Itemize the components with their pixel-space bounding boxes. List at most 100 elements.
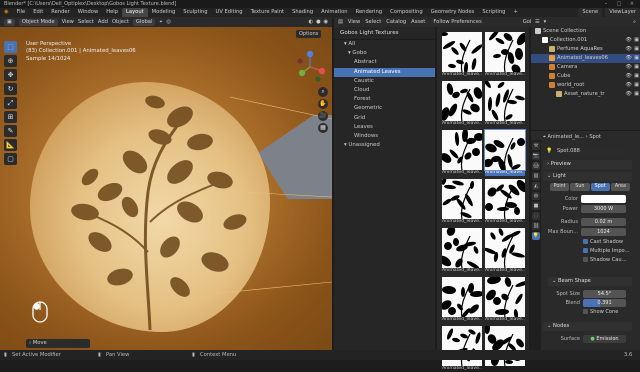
catalog-item[interactable]: Grid	[334, 114, 435, 123]
view-layer-tab-icon[interactable]: ▧	[532, 172, 540, 180]
light-datablock-row[interactable]: 💡 Spot.088	[546, 147, 630, 155]
object-tab-icon[interactable]: ■	[532, 202, 540, 210]
workspace-tab-animation[interactable]: Animation	[317, 8, 351, 17]
section-preview[interactable]: › Preview	[543, 160, 632, 169]
catalog-item[interactable]: Animated Leaves	[334, 67, 435, 77]
shading-solid-icon[interactable]: ●	[316, 19, 321, 25]
viewport-menu-add[interactable]: Add	[98, 19, 108, 25]
output-tab-icon[interactable]: 🖨	[532, 162, 540, 170]
catalog-item[interactable]: Forest	[334, 95, 435, 104]
add-workspace-button[interactable]: +	[509, 8, 521, 17]
render-visibility-icon[interactable]: ▣	[634, 90, 639, 99]
blend-slider[interactable]: 0.391	[583, 299, 626, 307]
overlay-icon[interactable]: ◐	[308, 19, 313, 25]
light-color-swatch[interactable]	[581, 195, 626, 203]
pin-icon[interactable]: ⌖	[543, 134, 546, 140]
catalog-item[interactable]: ▾ Unassigned	[334, 141, 435, 150]
outliner-search-icon[interactable]: ⌕	[633, 19, 636, 26]
editor-type-icon[interactable]: ▣	[4, 18, 15, 26]
outliner-editor-icon[interactable]: ☰	[535, 19, 540, 25]
viewport-menu-object[interactable]: Object	[112, 19, 129, 25]
scene-selector[interactable]: Scene	[578, 8, 603, 17]
outliner-row[interactable]: Collection.001 👁 ▣	[531, 36, 640, 45]
shading-rendered-icon[interactable]: ◉	[323, 19, 328, 25]
workspace-tab-uv-editing[interactable]: UV Editing	[212, 8, 247, 17]
surface-shader-field[interactable]: ● Emission	[583, 335, 626, 343]
section-nodes[interactable]: ⌄ Nodes	[543, 322, 632, 331]
asset-thumbnail[interactable]	[485, 326, 525, 372]
blender-logo-icon[interactable]: ◉	[0, 8, 13, 17]
cursor-tool-icon[interactable]: ⊕	[4, 55, 17, 67]
asset-menu-asset[interactable]: Asset	[411, 19, 425, 25]
outliner-display-mode-icon[interactable]: ▾	[544, 19, 547, 25]
viewport-menu-view[interactable]: View	[62, 19, 74, 25]
render-visibility-icon[interactable]: ▣	[634, 72, 639, 81]
section-light[interactable]: ⌄ Light	[543, 172, 632, 181]
workspace-tab-rendering[interactable]: Rendering	[352, 8, 387, 17]
asset-thumbnail[interactable]: Animated_leave...	[442, 277, 482, 323]
asset-menu-view[interactable]: View	[348, 19, 360, 25]
asset-thumbnail[interactable]: Animated_leave...	[485, 228, 525, 274]
asset-thumbnail[interactable]: Animated_leave...	[442, 228, 482, 274]
options-dropdown[interactable]: Options	[296, 30, 322, 38]
pan-hand-icon[interactable]: ✋	[318, 99, 328, 109]
asset-thumbnail[interactable]: Animated_leave...	[442, 81, 482, 127]
outliner-row[interactable]: Camera 👁 ▣	[531, 63, 640, 72]
asset-thumbnail[interactable]: Animated_leave...	[442, 179, 482, 225]
render-visibility-icon[interactable]: ▣	[634, 36, 639, 45]
catalog-item[interactable]: ▾ All	[334, 40, 435, 49]
workspace-tab-layout[interactable]: Layout	[122, 8, 148, 17]
section-beam-shape[interactable]: ⌄ Beam Shape	[548, 277, 632, 286]
light-type-spot-button[interactable]: Spot	[590, 183, 610, 191]
workspace-tab-scripting[interactable]: Scripting	[478, 8, 509, 17]
show-cone-checkbox[interactable]: Show Cone	[583, 308, 618, 316]
3d-viewport[interactable]: ⬚ ⊕ ✥ ↻ ⤢ ⊞ ✎ 📐 ▢ User Perspective (83) …	[0, 27, 332, 350]
radius-field[interactable]: 0.02 m	[581, 218, 626, 226]
workspace-tab-modeling[interactable]: Modeling	[148, 8, 180, 17]
max-bounces-field[interactable]: 1024	[581, 228, 626, 236]
asset-thumbnail[interactable]: Animated_leave...	[485, 32, 525, 78]
light-type-point-button[interactable]: Point	[550, 183, 570, 191]
visibility-eye-icon[interactable]: 👁	[625, 63, 632, 72]
workspace-tab-texture-paint[interactable]: Texture Paint	[247, 8, 288, 17]
asset-menu-select[interactable]: Select	[365, 19, 381, 25]
catalog-item[interactable]: Geometric	[334, 104, 435, 113]
asset-editor-icon[interactable]: ▤	[338, 19, 343, 25]
annotate-tool-icon[interactable]: ✎	[4, 125, 17, 137]
transform-tool-icon[interactable]: ⊞	[4, 111, 17, 123]
catalog-item[interactable]: ▾ Gobo	[334, 49, 435, 58]
menu-render[interactable]: Render	[47, 8, 73, 17]
zoom-icon[interactable]: ⌕	[318, 87, 328, 97]
outliner-row[interactable]: Cube 👁 ▣	[531, 72, 640, 81]
scale-tool-icon[interactable]: ⤢	[4, 97, 17, 109]
viewport-menu-select[interactable]: Select	[78, 19, 94, 25]
light-datablock-field[interactable]: Spot.088	[553, 147, 624, 155]
asset-thumbnail[interactable]: Animated_leave...	[484, 129, 526, 176]
catalog-item[interactable]: Abstract	[334, 58, 435, 67]
visibility-eye-icon[interactable]: 👁	[625, 72, 632, 81]
add-cube-tool-icon[interactable]: ▢	[4, 153, 17, 165]
snap-icon[interactable]: ⌖	[159, 19, 162, 26]
constraints-tab-icon[interactable]: ⛓	[532, 222, 540, 230]
close-icon[interactable]: ×	[626, 0, 638, 8]
render-visibility-icon[interactable]: ▣	[634, 54, 639, 63]
render-visibility-icon[interactable]: ▣	[634, 45, 639, 54]
outliner-row[interactable]: Asset_nature_tr 👁 ▣	[531, 90, 640, 99]
ortho-grid-icon[interactable]: ▦	[318, 123, 328, 133]
visibility-eye-icon[interactable]: 👁	[625, 36, 632, 45]
shadow-caustics-checkbox[interactable]: Shadow Cau...	[583, 256, 626, 264]
render-tab-icon[interactable]: 📷	[532, 152, 540, 160]
outliner-row[interactable]: Animated_leaves06 👁 ▣	[531, 54, 640, 63]
navigation-gizmo-icon[interactable]	[292, 49, 328, 85]
catalog-item[interactable]: Windows	[334, 132, 435, 141]
last-operator-panel[interactable]: › Move	[26, 339, 90, 348]
asset-thumbnail[interactable]: Animated_leave...	[442, 130, 482, 176]
measure-tool-icon[interactable]: 📐	[4, 139, 17, 151]
proportional-edit-icon[interactable]: ◎	[166, 19, 171, 25]
menu-help[interactable]: Help	[102, 8, 122, 17]
world-tab-icon[interactable]: ◍	[532, 192, 540, 200]
move-tool-icon[interactable]: ✥	[4, 69, 17, 81]
asset-thumbnail[interactable]: Animated_leave...	[485, 277, 525, 323]
asset-thumbnail[interactable]: Animated_leave...	[485, 179, 525, 225]
outliner-row[interactable]: Perfume AquaRes 👁 ▣	[531, 45, 640, 54]
